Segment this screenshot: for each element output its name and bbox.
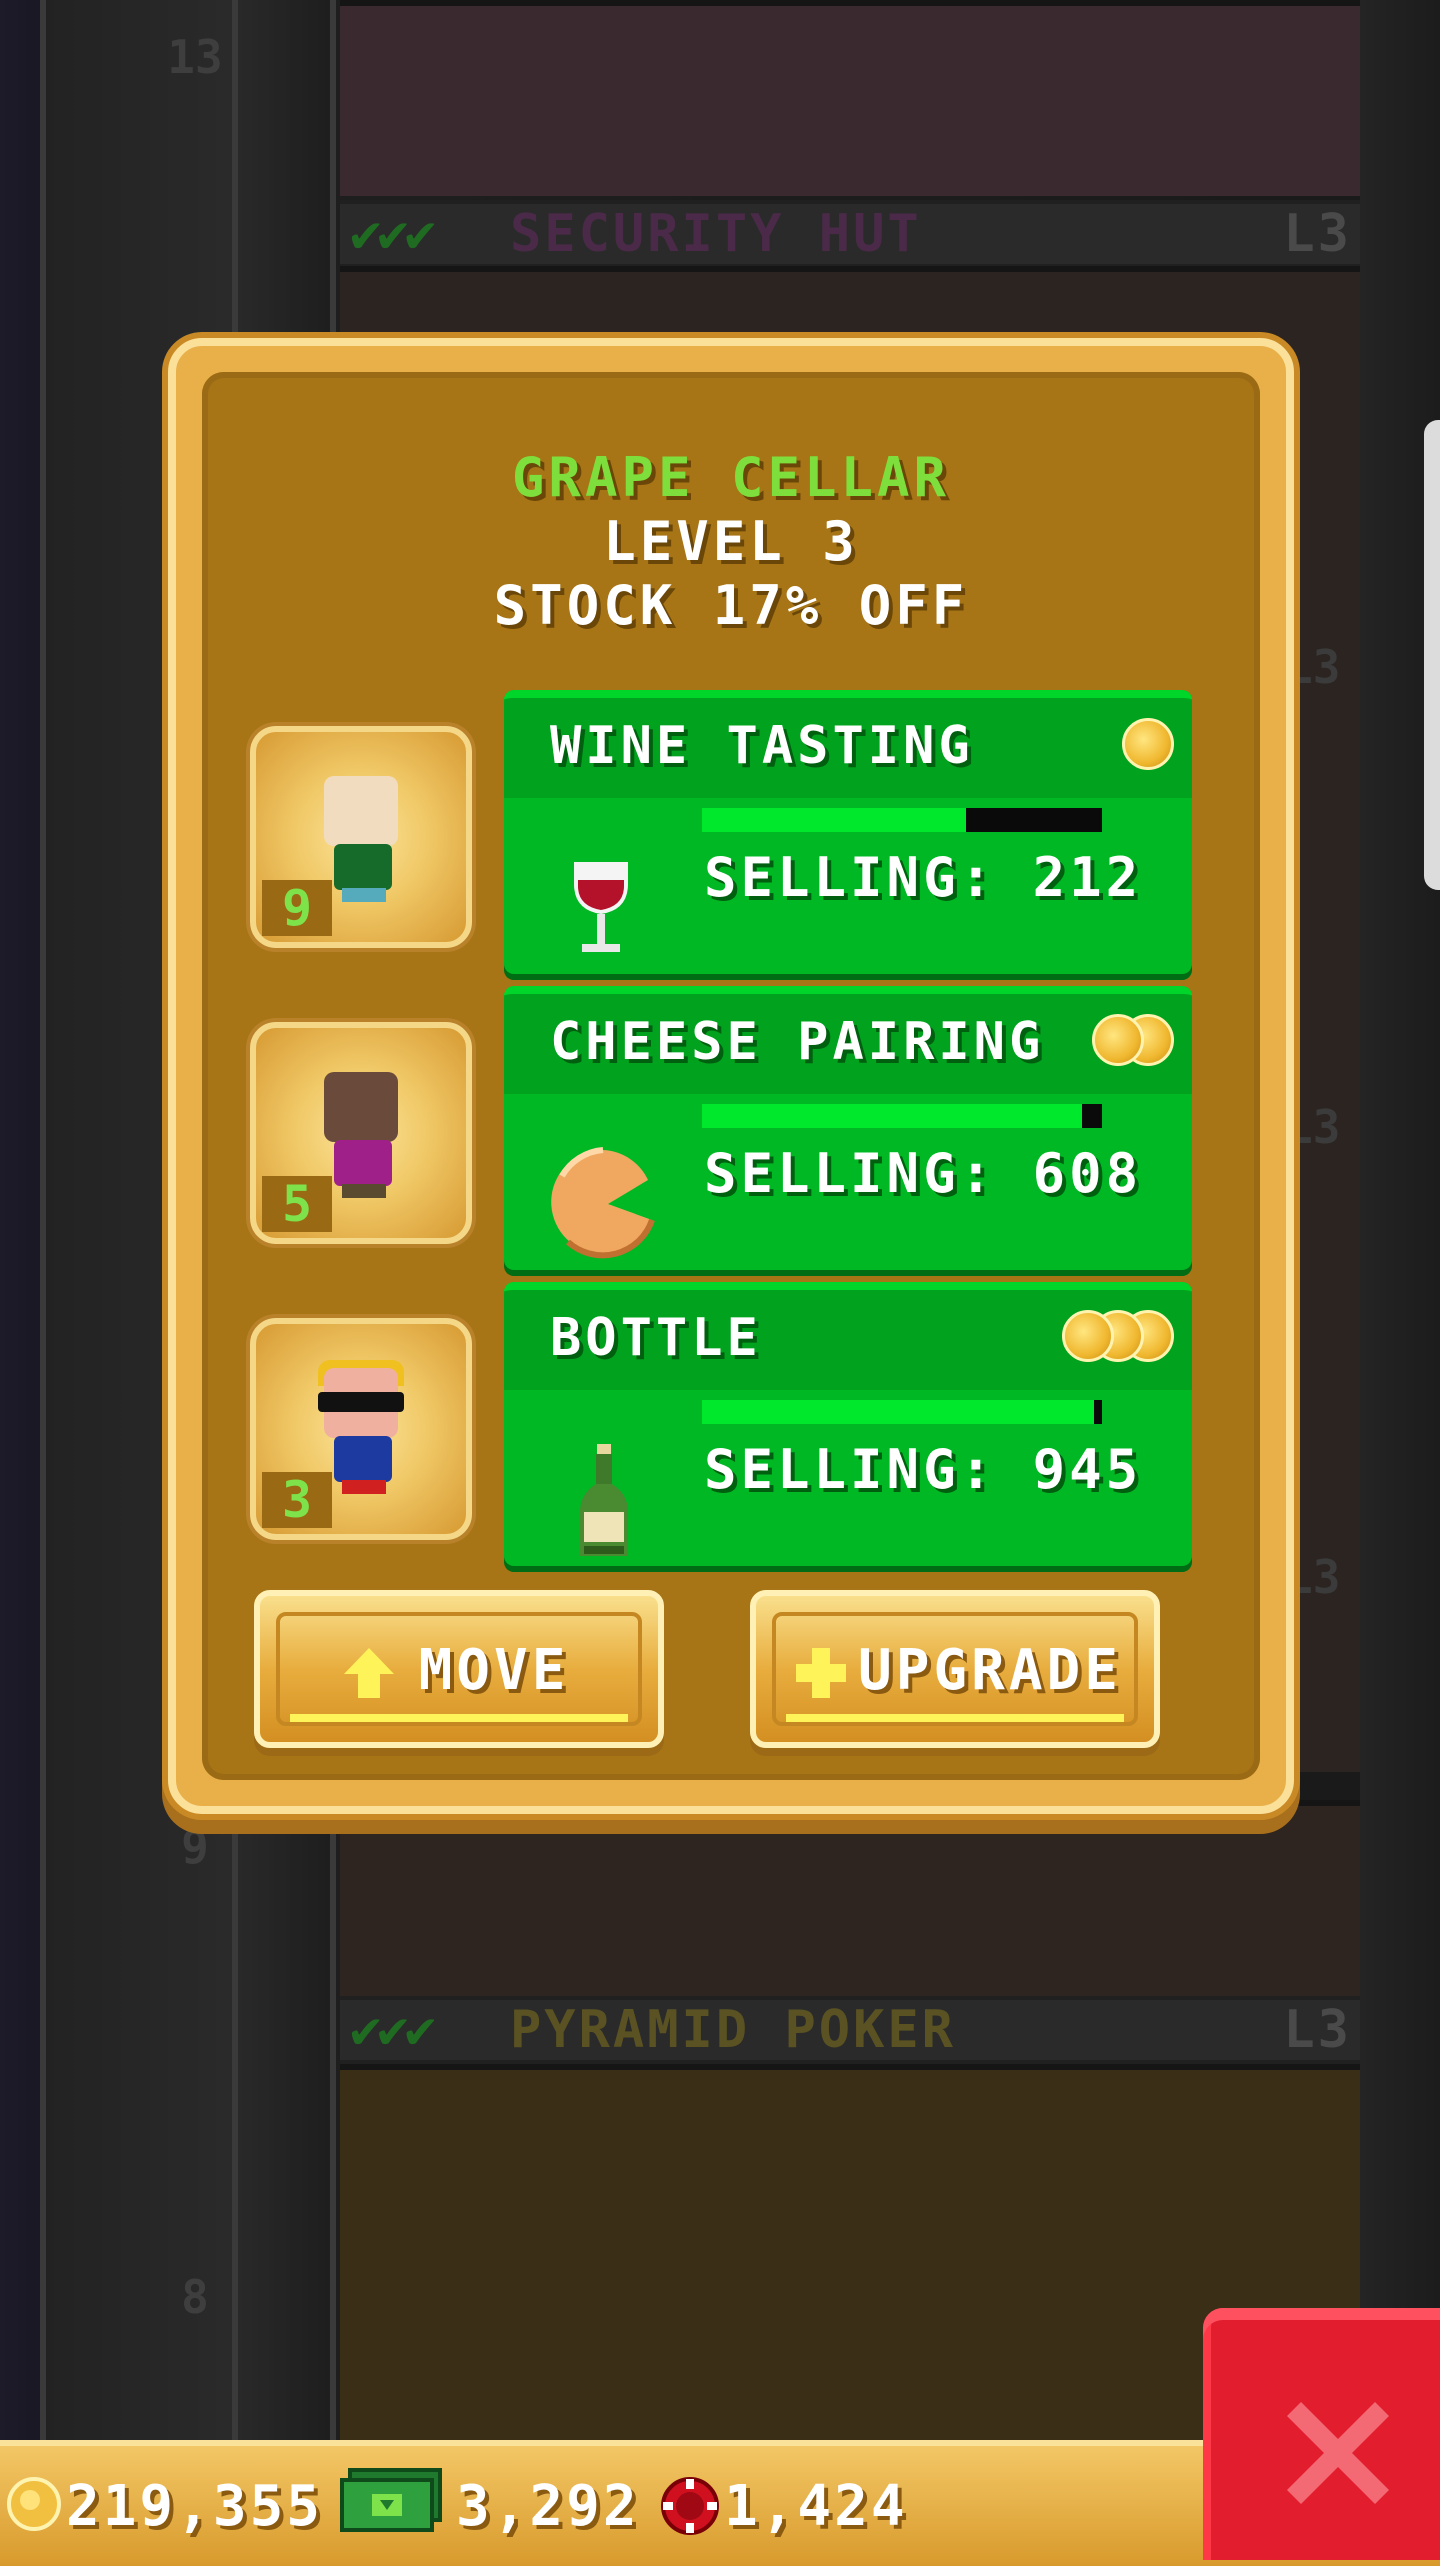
product-name: CHEESE PAIRING [550, 1012, 1045, 1072]
floor-room-top[interactable] [340, 0, 1360, 196]
worker-shirt [334, 1140, 392, 1186]
side-scroll-tab[interactable] [1424, 420, 1440, 890]
worker-slot[interactable]: 9 [250, 726, 472, 948]
floor-name: PYRAMID POKER [510, 2000, 956, 2060]
worker-shirt [334, 1436, 392, 1482]
floor-level: L3 [1283, 204, 1352, 264]
floor-room-restaurant[interactable] [340, 1800, 1360, 1996]
worker-legs [342, 1184, 386, 1198]
wine-glass-icon [574, 862, 628, 952]
dialog-panel: GRAPE CELLAR LEVEL 3 STOCK 17% OFF 9 5 3 [202, 372, 1260, 1780]
stock-progress-fill [702, 808, 966, 832]
coin-icon [1122, 718, 1174, 770]
coin-balance: 219,355 [66, 2474, 324, 2539]
selling-count: SELLING: 212 [704, 846, 1143, 909]
poker-chip-icon [661, 2477, 719, 2535]
product-card-wine-tasting[interactable]: WINE TASTING SELLING: 212 [504, 690, 1192, 974]
coin-icon [1062, 1310, 1114, 1362]
stock-progress-bar [702, 1104, 1102, 1128]
checkmark-icon: ✔✔✔ [350, 2000, 436, 2060]
button-underline [786, 1714, 1124, 1722]
button-underline [290, 1714, 628, 1722]
checkmark-icon: ✔✔✔ [350, 204, 436, 264]
stock-progress-fill [702, 1400, 1094, 1424]
upgrade-button[interactable]: UPGRADE [750, 1590, 1160, 1748]
close-icon [1287, 2402, 1389, 2504]
shop-title: GRAPE CELLAR [511, 446, 951, 509]
floor-name: SECURITY HUT [510, 204, 922, 264]
stock-progress-fill [702, 1104, 1082, 1128]
worker-slot[interactable]: 5 [250, 1022, 472, 1244]
worker-legs [342, 888, 386, 902]
stock-progress-bar [702, 808, 1102, 832]
elevator-shaft-edge [40, 0, 46, 2440]
product-name: WINE TASTING [550, 716, 974, 776]
cheese-icon [551, 1147, 655, 1259]
floor-number: 8 [181, 2270, 209, 2324]
selling-count: SELLING: 608 [704, 1142, 1143, 1205]
product-name: BOTTLE [550, 1308, 762, 1368]
floor-label-pyramid-poker[interactable]: ✔✔✔ PYRAMID POKER L3 [340, 1996, 1360, 2064]
coin-tier-icon [1088, 1014, 1174, 1068]
worker-skill-badge: 3 [262, 1472, 332, 1528]
worker-shirt [334, 844, 392, 890]
floor-label-security-hut[interactable]: ✔✔✔ SECURITY HUT L3 [340, 200, 1360, 268]
sunglasses-icon [318, 1392, 404, 1412]
floor-number: 13 [167, 30, 223, 84]
coin-icon [1092, 1014, 1144, 1066]
move-label: MOVE [418, 1638, 570, 1703]
floor-number: 9 [181, 1820, 209, 1874]
move-button[interactable]: MOVE [254, 1590, 664, 1748]
coin-icon [7, 2477, 61, 2531]
coin-tier-icon [1058, 1310, 1174, 1364]
shop-info-dialog: GRAPE CELLAR LEVEL 3 STOCK 17% OFF 9 5 3 [168, 338, 1294, 1814]
shop-level: LEVEL 3 [603, 510, 859, 573]
close-button[interactable] [1203, 2308, 1440, 2560]
floor-level: L3 [1283, 2000, 1352, 2060]
coin-tier-icon [1118, 718, 1174, 772]
stock-discount: STOCK 17% OFF [493, 574, 969, 637]
selling-count: SELLING: 945 [704, 1438, 1143, 1501]
worker-legs [342, 1480, 386, 1494]
product-card-bottle[interactable]: BOTTLE SELLING: 945 [504, 1282, 1192, 1566]
worker-slot[interactable]: 3 [250, 1318, 472, 1540]
stock-progress-bar [702, 1400, 1102, 1424]
worker-avatar [324, 776, 398, 846]
wine-bottle-icon [580, 1444, 628, 1556]
product-card-cheese-pairing[interactable]: CHEESE PAIRING SELLING: 608 [504, 986, 1192, 1270]
worker-skill-badge: 9 [262, 880, 332, 936]
worker-skill-badge: 5 [262, 1176, 332, 1232]
chip-balance: 1,424 [724, 2474, 908, 2539]
worker-avatar [324, 1072, 398, 1142]
upgrade-label: UPGRADE [857, 1638, 1122, 1703]
tower-bux-icon [340, 2468, 442, 2532]
bux-balance: 3,292 [456, 2474, 640, 2539]
